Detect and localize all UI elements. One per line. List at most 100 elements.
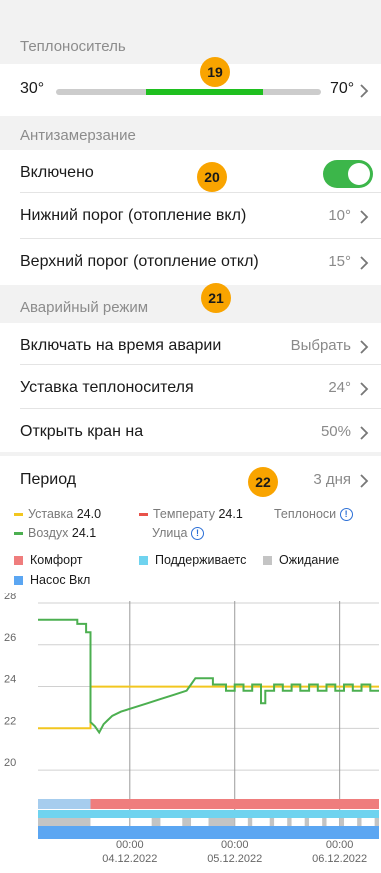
chevron-right-icon [360, 340, 369, 354]
legend-maintain-label: Поддерживаетс [155, 553, 247, 567]
lower-threshold-label: Нижний порог (отопление вкл) [20, 207, 247, 224]
coolant-setpoint-value: 24° [328, 379, 351, 396]
legend-pump[interactable]: Насос Вкл [14, 573, 134, 587]
status-band-wait [374, 818, 379, 826]
x-tick-time: 00:00 [221, 839, 249, 851]
legend-maintain[interactable]: Поддерживаетс [139, 553, 259, 567]
toggle-knob [348, 163, 370, 185]
status-band-wait [287, 818, 292, 826]
section-gap [0, 452, 381, 456]
period-row[interactable]: Период 3 дня [0, 457, 381, 505]
antifreeze-section-title: Антизамерзание [20, 127, 136, 144]
emergency-coolant-setpoint-row[interactable]: Уставка теплоносителя 24° [0, 365, 381, 413]
coolant-range-fill [146, 89, 263, 95]
emergency-section-title: Аварийный режим [20, 299, 149, 316]
status-band-wait [38, 818, 91, 826]
x-tick-date: 05.12.2022 [207, 853, 262, 865]
status-band-wait [357, 818, 362, 826]
chevron-right-icon [360, 256, 369, 270]
chevron-right-icon [360, 382, 369, 396]
coolant-setpoint-label: Уставка теплоносителя [20, 379, 194, 396]
annotation-badge-21: 21 [201, 283, 231, 313]
info-icon[interactable]: ! [339, 508, 353, 522]
status-band-wait [339, 818, 345, 826]
antifreeze-enabled-label: Включено [20, 164, 94, 181]
status-band-wait [322, 818, 327, 826]
legend-pump-label: Насос Вкл [30, 573, 91, 587]
status-band-wait [269, 818, 275, 826]
status-band-maintain [38, 810, 379, 818]
valve-open-label: Открыть кран на [20, 423, 144, 440]
period-value: 3 дня [313, 471, 351, 488]
status-band-comfort [90, 799, 379, 809]
antifreeze-upper-threshold-row[interactable]: Верхний порог (отопление откл) 15° [0, 239, 381, 287]
legend-setpoint-label: Уставка [28, 507, 74, 521]
y-tick-label: 20 [4, 757, 16, 769]
annotation-badge-19: 19 [200, 57, 230, 87]
legend-coolant-label: Теплоноси [274, 507, 337, 521]
legend-swatch-air [14, 532, 23, 536]
lower-threshold-value: 10° [328, 207, 351, 224]
legend-swatch-maintain [139, 556, 148, 566]
upper-threshold-value: 15° [328, 253, 351, 270]
legend-temp-label: Температу [153, 507, 215, 521]
coolant-range-row[interactable]: 30° 70° [0, 64, 381, 116]
antifreeze-lower-threshold-row[interactable]: Нижний порог (отопление вкл) 10° [0, 193, 381, 241]
legend-setpoint[interactable]: Уставка 24.0 [14, 507, 144, 521]
chevron-right-icon [360, 210, 369, 224]
temperature-chart[interactable]: 20 22 24 26 28 00:00 04.12.2022 00:00 05.12.2022… [0, 593, 381, 873]
chevron-right-icon [360, 426, 369, 440]
x-tick-date: 06.12.2022 [312, 853, 367, 865]
period-label: Период [20, 471, 77, 488]
antifreeze-toggle[interactable] [323, 160, 373, 188]
legend-swatch-wait [263, 556, 272, 566]
upper-threshold-label: Верхний порог (отопление откл) [20, 253, 259, 270]
status-band-cap [38, 799, 91, 809]
series-line-setpoint [38, 685, 379, 730]
x-tick-time: 00:00 [116, 839, 144, 851]
legend-swatch-temperature [139, 513, 148, 517]
coolant-min-label: 30° [20, 80, 45, 97]
y-tick-label: 22 [4, 715, 16, 727]
legend-temperature[interactable]: Температу 24.1 [139, 507, 259, 521]
legend-comfort[interactable]: Комфорт [14, 553, 134, 567]
legend-setpoint-value: 24.0 [76, 507, 102, 521]
legend-temp-value: 24.1 [218, 507, 243, 521]
legend-street-label: Улица [152, 526, 188, 540]
coolant-range-track[interactable] [56, 89, 321, 95]
emergency-valve-open-row[interactable]: Открыть кран на 50% [0, 409, 381, 457]
annotation-badge-20: 20 [197, 162, 227, 192]
status-band-wait [247, 818, 253, 826]
legend-swatch-setpoint [14, 513, 23, 517]
valve-open-value: 50% [320, 423, 351, 440]
emergency-enable-value: Выбрать [290, 337, 351, 354]
y-tick-label: 24 [4, 674, 16, 686]
status-band-wait [182, 818, 192, 826]
antifreeze-enabled-row[interactable]: Включено [0, 150, 381, 198]
coolant-section-title: Теплоноситель [20, 38, 126, 55]
x-tick-time: 00:00 [326, 839, 354, 851]
legend-wait-label: Ожидание [279, 553, 340, 567]
legend-swatch-comfort [14, 556, 23, 566]
legend-comfort-label: Комфорт [30, 553, 83, 567]
chevron-right-icon [360, 84, 369, 98]
coolant-max-label: 70° [330, 80, 355, 97]
chevron-right-icon [360, 474, 369, 488]
legend-street[interactable]: Улица ! [152, 526, 252, 541]
series-line-air [38, 618, 379, 735]
y-tick-label: 26 [4, 632, 16, 644]
status-band-wait [151, 818, 161, 826]
emergency-enable-label: Включать на время аварии [20, 337, 222, 354]
status-band-wait [304, 818, 310, 826]
legend-air[interactable]: Воздух 24.1 [14, 526, 134, 540]
annotation-badge-22: 22 [248, 467, 278, 497]
y-tick-label: 28 [4, 593, 16, 602]
info-icon[interactable]: ! [190, 527, 204, 541]
status-band-pump [38, 826, 379, 839]
legend-air-label: Воздух [28, 526, 69, 540]
legend-swatch-pump [14, 576, 23, 586]
x-tick-date: 04.12.2022 [102, 853, 157, 865]
legend-air-value: 24.1 [71, 526, 97, 540]
legend-wait[interactable]: Ожидание [263, 553, 378, 567]
legend-coolant[interactable]: Теплоноси ! [274, 507, 374, 522]
